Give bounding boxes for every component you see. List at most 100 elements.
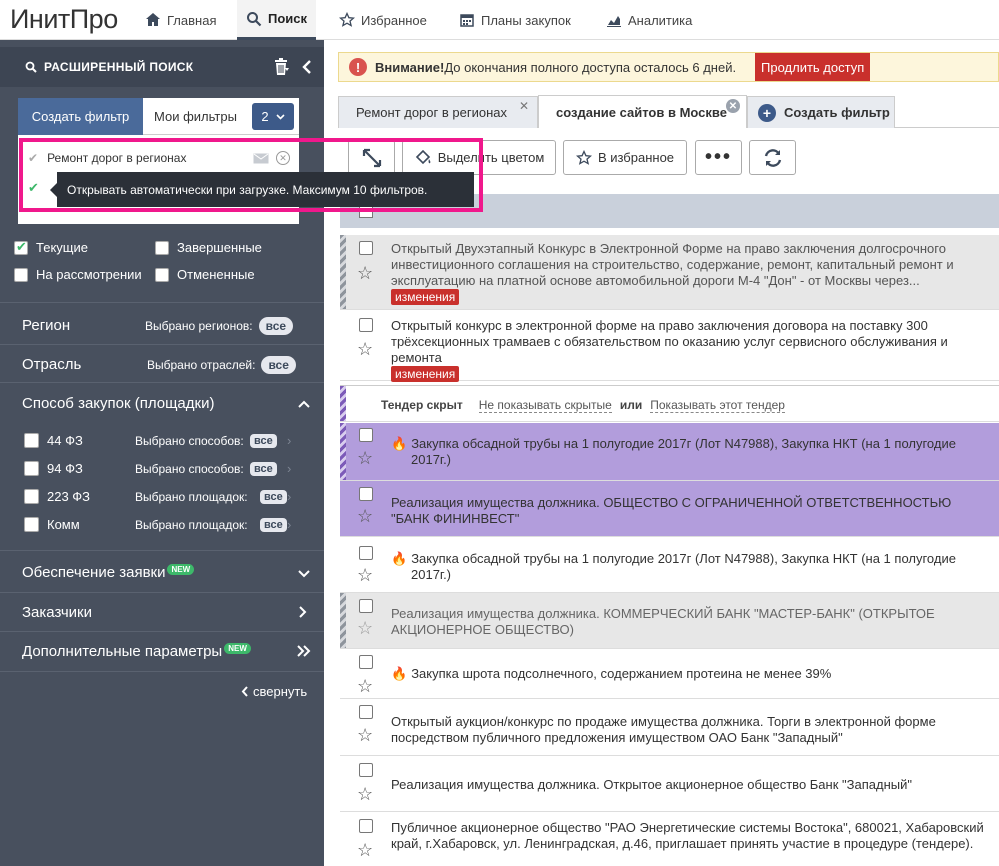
- row-checkbox[interactable]: [359, 599, 373, 613]
- law-comm-row[interactable]: Комм Выбрано площадок: все ›: [24, 517, 314, 532]
- law-44-row[interactable]: 44 ФЗ Выбрано способов: все ›: [24, 433, 314, 448]
- list-item[interactable]: ☆ Открытый конкурс в электронной форме н…: [340, 310, 999, 382]
- star-icon[interactable]: ☆: [357, 841, 373, 859]
- list-item[interactable]: ☆ 🔥 Закупка обсадной трубы на 1 полугодие…: [340, 537, 999, 593]
- list-item[interactable]: ☆ 🔥 Закупка шрота подсолнечного, содержан…: [340, 649, 999, 699]
- status-review[interactable]: На рассмотрении: [14, 267, 142, 282]
- chevron-right-icon[interactable]: ›: [287, 517, 291, 532]
- status-cancelled[interactable]: Отмененные: [155, 267, 255, 282]
- row-checkbox[interactable]: [359, 487, 373, 501]
- double-chevron-right-icon[interactable]: [296, 644, 312, 658]
- star-icon[interactable]: ☆: [357, 264, 373, 282]
- hide-hidden-link[interactable]: Не показывать скрытые: [478, 398, 612, 413]
- nav-search[interactable]: Поиск: [237, 0, 317, 40]
- collapse-sidebar-icon[interactable]: [300, 58, 314, 76]
- list-item[interactable]: ☆ Открытый Двухэтапный Конкурс в Электро…: [340, 235, 999, 310]
- row-title[interactable]: 🔥 Закупка обсадной трубы на 1 полугодие 2…: [391, 551, 991, 583]
- row-checkbox[interactable]: [359, 819, 373, 833]
- refresh-button[interactable]: [749, 140, 796, 175]
- show-tender-link[interactable]: Показывать этот тендер: [650, 398, 785, 413]
- star-icon[interactable]: ☆: [357, 677, 373, 695]
- law-94-row[interactable]: 94 ФЗ Выбрано способов: все ›: [24, 461, 314, 476]
- row-checkbox[interactable]: [359, 705, 373, 719]
- region-section-label[interactable]: Регион: [22, 317, 70, 334]
- star-icon[interactable]: ☆: [357, 449, 373, 467]
- law-94-value-badge[interactable]: все: [250, 461, 277, 476]
- clear-filter-icon[interactable]: [273, 57, 291, 77]
- tab-create-filter[interactable]: + Создать фильтр: [747, 96, 895, 128]
- app-logo[interactable]: ИнитПро: [10, 4, 118, 35]
- status-current[interactable]: ✔ Текущие: [14, 239, 88, 255]
- row-title[interactable]: Реализация имущества должника. Открытое …: [391, 777, 991, 793]
- law-44-value-badge[interactable]: все: [250, 433, 277, 448]
- row-checkbox[interactable]: [359, 546, 373, 560]
- chevron-right-icon[interactable]: ›: [287, 489, 291, 504]
- star-icon[interactable]: ☆: [357, 340, 373, 358]
- list-item[interactable]: ☆ Реализация имущества должника. ОБЩЕСТВ…: [340, 481, 999, 537]
- more-options-icon[interactable]: •••: [695, 140, 742, 175]
- extra-params-section[interactable]: Дополнительные параметры NEW: [22, 643, 251, 660]
- law-223-value-badge[interactable]: все: [260, 489, 287, 504]
- row-checkbox[interactable]: [359, 428, 373, 442]
- row-checkbox[interactable]: [359, 318, 373, 332]
- chevron-right-icon[interactable]: ›: [287, 461, 291, 476]
- close-icon[interactable]: ✕: [726, 99, 740, 113]
- collapse-link[interactable]: свернуть: [241, 684, 307, 699]
- procurement-section-label[interactable]: Способ закупок (площадки): [22, 395, 214, 412]
- region-value-badge[interactable]: все: [258, 317, 294, 335]
- status-cancelled-checkbox[interactable]: [155, 267, 169, 282]
- star-icon[interactable]: ☆: [357, 507, 373, 525]
- tab-create-filter[interactable]: Создать фильтр: [18, 98, 143, 135]
- chevron-down-icon[interactable]: [297, 568, 311, 580]
- filters-count-dropdown[interactable]: 2: [252, 103, 294, 130]
- star-icon[interactable]: ☆: [357, 619, 373, 637]
- row-checkbox[interactable]: [359, 763, 373, 777]
- row-title[interactable]: Реализация имущества должника. ОБЩЕСТВО …: [391, 495, 991, 527]
- star-icon[interactable]: ☆: [357, 566, 373, 584]
- row-checkbox[interactable]: [359, 241, 373, 255]
- chevron-up-icon[interactable]: [297, 398, 311, 410]
- law-223-row[interactable]: 223 ФЗ Выбрано площадок: все ›: [24, 489, 314, 504]
- list-item[interactable]: ☆ 🔥 Закупка обсадной трубы на 1 полугодие…: [340, 423, 999, 481]
- industry-value-badge[interactable]: все: [261, 356, 296, 374]
- row-checkbox[interactable]: [359, 655, 373, 669]
- tab-road-repair[interactable]: Ремонт дорог в регионах ✕: [338, 96, 538, 128]
- nav-favorites[interactable]: Избранное: [339, 0, 427, 40]
- law-comm-checkbox[interactable]: [24, 517, 39, 532]
- tab-my-filters[interactable]: Мои фильтры 2: [143, 98, 299, 135]
- row-title[interactable]: Открытый аукцион/конкурс по продаже имущ…: [391, 714, 991, 746]
- status-review-checkbox[interactable]: [14, 267, 28, 282]
- law-comm-value-badge[interactable]: все: [260, 517, 287, 532]
- status-finished[interactable]: Завершенные: [155, 240, 262, 255]
- chevron-right-icon[interactable]: ›: [287, 433, 291, 448]
- tab-site-creation[interactable]: создание сайтов в Москве ✕: [538, 95, 747, 128]
- add-favorite-button[interactable]: В избранное: [563, 140, 687, 175]
- star-icon[interactable]: ☆: [357, 785, 373, 803]
- chevron-right-icon[interactable]: [298, 605, 308, 619]
- industry-selector[interactable]: Выбрано отраслей: все: [147, 356, 296, 374]
- row-title[interactable]: 🔥 Закупка обсадной трубы на 1 полугодие 2…: [391, 436, 991, 468]
- row-title[interactable]: Реализация имущества должника. КОММЕРЧЕС…: [391, 606, 991, 638]
- law-94-checkbox[interactable]: [24, 461, 39, 476]
- row-title[interactable]: Публичное акционерное общество "РАО Энер…: [391, 820, 991, 852]
- industry-section-label[interactable]: Отрасль: [22, 356, 81, 373]
- list-item[interactable]: ☆ Публичное акционерное общество "РАО Эн…: [340, 812, 999, 866]
- close-icon[interactable]: ✕: [517, 99, 531, 113]
- security-section[interactable]: Обеспечение заявки NEW: [22, 564, 195, 581]
- star-icon[interactable]: ☆: [357, 726, 373, 744]
- customers-section-label[interactable]: Заказчики: [22, 604, 92, 621]
- nav-home[interactable]: Главная: [145, 0, 216, 40]
- row-title[interactable]: Открытый конкурс в электронной форме на …: [391, 318, 991, 382]
- law-44-checkbox[interactable]: [24, 433, 39, 448]
- row-title[interactable]: 🔥 Закупка шрота подсолнечного, содержание…: [391, 666, 991, 682]
- list-item[interactable]: ☆ Реализация имущества должника. КОММЕРЧ…: [340, 593, 999, 649]
- list-item[interactable]: ☆ Реализация имущества должника. Открыто…: [340, 756, 999, 812]
- law-223-checkbox[interactable]: [24, 489, 39, 504]
- region-selector[interactable]: Выбрано регионов: все: [145, 317, 294, 335]
- status-current-checkbox[interactable]: ✔: [14, 239, 28, 255]
- extend-access-button[interactable]: Продлить доступ: [755, 53, 871, 81]
- row-title[interactable]: Открытый Двухэтапный Конкурс в Электронн…: [391, 241, 991, 305]
- status-finished-checkbox[interactable]: [155, 240, 169, 255]
- nav-plans[interactable]: Планы закупок: [459, 0, 571, 40]
- nav-analytics[interactable]: Аналитика: [606, 0, 692, 40]
